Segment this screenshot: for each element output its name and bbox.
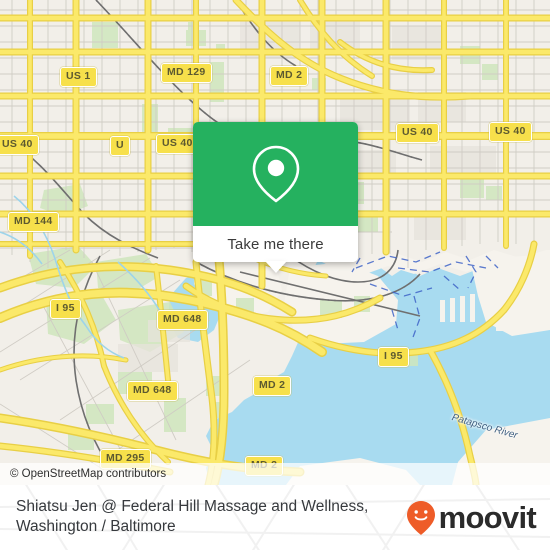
- road-shield: U: [110, 136, 130, 156]
- map-attribution-bar: © OpenStreetMap contributors: [0, 463, 550, 485]
- road-shield: I 95: [378, 347, 409, 367]
- place-name-label: Shiatsu Jen @ Federal Hill Massage and W…: [16, 498, 369, 535]
- moovit-smiley-pin-icon: [406, 500, 435, 535]
- callout-header: [193, 122, 358, 226]
- map-pin-icon: [252, 145, 299, 203]
- bottom-info-bar: Shiatsu Jen @ Federal Hill Massage and W…: [0, 485, 550, 550]
- road-shield: MD 2: [253, 376, 292, 396]
- callout-pointer: [264, 261, 287, 273]
- road-shield: MD 648: [157, 310, 208, 330]
- road-shield: US 40: [489, 122, 532, 142]
- osm-attribution-text[interactable]: © OpenStreetMap contributors: [0, 468, 166, 480]
- moovit-wordmark: moovit: [438, 499, 537, 535]
- road-shield: MD 129: [161, 63, 212, 83]
- road-shield: MD 2: [270, 66, 309, 86]
- location-callout-card[interactable]: Take me there: [193, 122, 358, 273]
- road-shield: US 40: [396, 123, 439, 143]
- road-shield: I 95: [50, 299, 81, 319]
- road-shield: US 40: [0, 135, 39, 155]
- take-me-there-label: Take me there: [227, 235, 324, 253]
- moovit-brand[interactable]: moovit: [406, 499, 537, 536]
- road-shield: US 1: [60, 67, 97, 87]
- callout-footer[interactable]: Take me there: [193, 226, 358, 273]
- road-shield: MD 648: [127, 381, 178, 401]
- road-shield: MD 144: [8, 212, 59, 232]
- screenshot-root: US 1 MD 129 MD 2 US 40 U US 40 US 40 US 40 MD 14…: [0, 0, 550, 550]
